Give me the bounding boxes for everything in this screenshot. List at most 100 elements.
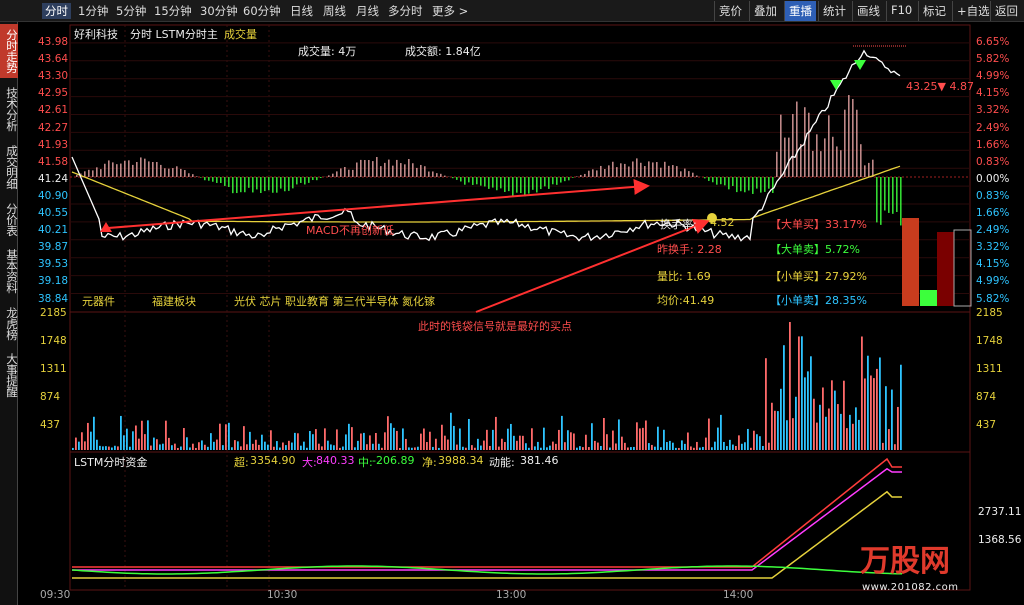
volume-bar [339,447,341,450]
volume-bar [765,358,767,450]
time-label-1400: 14:00 [723,589,754,601]
macd-bar [220,177,222,184]
macd-bar [212,177,214,182]
volume-bar [852,423,854,450]
tab-30min[interactable]: 30分钟 [200,3,238,19]
tab-multi-intraday[interactable]: 多分时 [388,3,423,19]
macd-bar [144,158,146,177]
macd-bar [420,164,422,177]
volume-bar [729,439,731,450]
mark-button[interactable]: 标记 [918,1,950,21]
macd-bar [356,162,358,177]
fund-super-value: 3354.90 [250,454,296,467]
volume-bar [468,418,470,450]
volume-bar [186,437,188,450]
f10-button[interactable]: F10 [886,1,916,21]
tab-intraday[interactable]: 分时 [42,3,71,19]
chart-mode: 分时 LSTM分时主 [130,28,218,41]
volume-bar [870,375,872,450]
macd-bar [708,177,710,181]
volume-bar [597,442,599,450]
macd-bar [364,160,366,177]
macd-bar [844,109,846,177]
volume-bar [894,444,896,450]
volume-bar [306,447,308,450]
macd-bar [284,177,286,192]
volume-bar [546,447,548,450]
volume-bar [174,443,176,450]
macd-bar [900,177,902,226]
volume-bar [240,446,242,450]
concept-tag-3[interactable]: 光伏 芯片 职业教育 第三代半导体 氮化镓 [234,293,435,309]
volume-bar [105,446,107,450]
sidebar-item-technical[interactable]: 技术分析 [0,82,19,136]
tab-15min[interactable]: 15分钟 [154,3,192,19]
sidebar-item-trades[interactable]: 成交明细 [0,140,19,194]
volume-bar [312,434,314,450]
volume-bar [465,447,467,450]
indicator-name[interactable]: 成交量 [224,26,257,42]
volume-bar [747,428,749,450]
volume-bar [258,444,260,450]
volume-bar [735,445,737,450]
back-button[interactable]: 返回 [990,1,1022,21]
sidebar-item-events[interactable]: 大事提醒 [0,348,19,402]
volume-bar [672,442,674,450]
volume-bar [351,427,353,450]
volume-bar [786,420,788,450]
volume-bar [834,390,836,450]
volume-bar [330,444,332,450]
overlay-button[interactable]: 叠加 [749,1,781,21]
macd-bar [264,177,266,192]
add-watchlist-button[interactable]: +自选 [952,1,994,21]
volume-bar [438,447,440,450]
volume-bar [753,430,755,450]
volume-ratio: 量比: 1.69 [657,270,711,283]
sidebar-item-dragon-tiger[interactable]: 龙虎榜 [0,302,19,344]
macd-bar [112,162,114,177]
tab-more[interactable]: 更多 > [432,3,468,19]
price-axis-label: 41.58 [38,155,69,168]
concept-tag-2[interactable]: 福建板块 [152,293,196,309]
sidebar-item-profile[interactable]: 基本资料 [0,244,19,298]
volume-bar [408,447,410,450]
macd-bar [328,175,330,177]
tab-daily[interactable]: 日线 [290,3,313,19]
auction-button[interactable]: 竞价 [714,1,746,21]
macd-bar [756,177,758,189]
volume-bar [381,447,383,450]
macd-bar [660,167,662,177]
replay-button[interactable]: 重播 [784,1,816,21]
fund-super-label: 超: [234,456,249,469]
volume-bar [459,428,461,450]
volume-bar [162,443,164,450]
pct-axis-label: 6.65% [976,36,1010,48]
macd-bar [516,177,518,193]
macd-bar [848,95,850,177]
tab-monthly[interactable]: 月线 [356,3,379,19]
tab-60min[interactable]: 60分钟 [243,3,281,19]
tab-5min[interactable]: 5分钟 [116,3,146,19]
tab-weekly[interactable]: 周线 [323,3,346,19]
volume-bar [324,428,326,450]
volume-bar [432,446,434,450]
macd-bar [316,177,318,181]
tab-1min[interactable]: 1分钟 [78,3,108,19]
macd-bar [892,177,894,214]
volume-bar [303,441,305,450]
macd-bar [636,158,638,177]
volume-bar [663,429,665,450]
volume-bar [711,447,713,450]
concept-tag-1[interactable]: 元器件 [82,293,115,309]
macd-bar [268,177,270,191]
draw-line-button[interactable]: 画线 [852,1,884,21]
stats-button[interactable]: 统计 [818,1,850,21]
fund-indicator-name[interactable]: LSTM分时资金 [74,454,147,470]
volume-bar [513,435,515,450]
volume-bar [318,443,320,450]
macd-bar [752,177,754,194]
sidebar-item-price-table[interactable]: 分价表 [0,198,19,240]
sidebar-item-intraday[interactable]: 分时走势 [0,24,19,78]
macd-bar [484,177,486,187]
macd-bar [896,177,898,212]
